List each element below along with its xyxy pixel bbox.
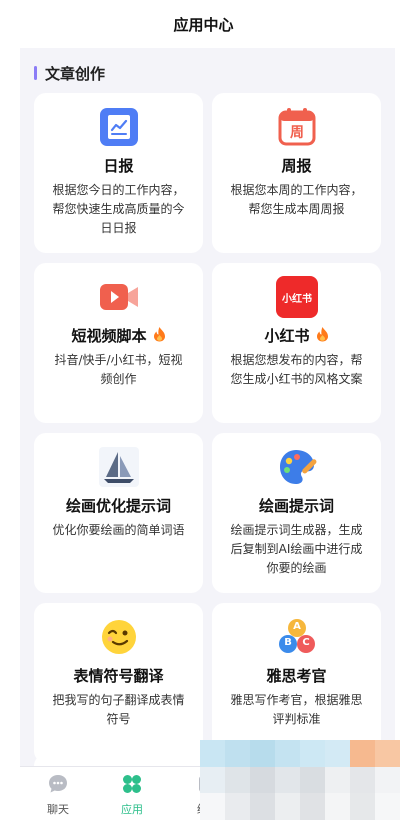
video-camera-icon — [98, 276, 140, 318]
abc-letter-a: A — [293, 621, 301, 632]
app-card-emoji-translate[interactable]: 表情符号翻译 把我写的句子翻译成表情符号 — [34, 603, 203, 763]
card-description: 雅思写作考官，根据雅思评判标准 — [230, 693, 363, 726]
pixelated-overlay — [200, 740, 400, 820]
card-title: 雅思考官 — [266, 667, 327, 685]
abc-blocks-icon: A B C — [276, 616, 318, 658]
app-card-short-video-script[interactable]: 短视频脚本 抖音/快手/小红书，短视频创作 — [34, 263, 203, 423]
card-title: 周报 — [281, 157, 312, 175]
abc-letter-b: B — [284, 637, 292, 648]
card-title: 表情符号翻译 — [73, 667, 164, 685]
card-description: 根据您想发布的内容，帮您生成小红书的风格文案 — [230, 353, 363, 386]
weekly-icon-char: 周 — [290, 125, 304, 141]
abc-letter-c: C — [302, 637, 310, 648]
tab-label: 聊天 — [47, 803, 69, 816]
card-description: 优化你要绘画的简单词语 — [52, 523, 185, 537]
paint-palette-icon — [276, 446, 318, 488]
apps-clover-icon — [121, 773, 143, 795]
section-header: 文章创作 — [34, 62, 105, 84]
page-title: 应用中心 — [173, 15, 234, 34]
app-card-xiaohongshu[interactable]: 小红书 小红书 根据您想发布的内容，帮您生成小红书的风格文案 — [212, 263, 381, 423]
fire-icon — [153, 326, 166, 346]
fire-icon — [316, 326, 329, 346]
app-card-drawing-prompt[interactable]: 绘画提示词 绘画提示词生成器，生成后复制到AI绘画中进行成你要的绘画 — [212, 433, 381, 593]
app-list: 文章创作 日报 根据您今日的工作内容，帮您快速生成高质量的今日日报 周 周报 根… — [20, 48, 395, 766]
chat-bubble-icon — [47, 773, 69, 795]
app-card-ielts-examiner[interactable]: A B C 雅思考官 雅思写作考官，根据雅思评判标准 — [212, 603, 381, 763]
daily-report-icon — [98, 106, 140, 148]
section-title: 文章创作 — [45, 64, 106, 83]
card-description: 根据您今日的工作内容，帮您快速生成高质量的今日日报 — [52, 183, 185, 235]
card-description: 抖音/快手/小红书，短视频创作 — [54, 353, 183, 386]
card-title: 短视频脚本 — [71, 327, 147, 345]
tab-apps[interactable]: 应用 — [102, 773, 162, 823]
card-description: 把我写的句子翻译成表情符号 — [52, 693, 185, 726]
app-card-drawing-prompt-optimizer[interactable]: 绘画优化提示词 优化你要绘画的简单词语 — [34, 433, 203, 593]
app-card-weekly-report[interactable]: 周 周报 根据您本周的工作内容，帮您生成本周周报 — [212, 93, 381, 253]
card-description: 根据您本周的工作内容，帮您生成本周周报 — [230, 183, 363, 216]
card-title: 日报 — [103, 157, 134, 175]
tab-label: 应用 — [121, 803, 143, 816]
card-description: 绘画提示词生成器，生成后复制到AI绘画中进行成你要的绘画 — [230, 523, 363, 575]
top-bar: 应用中心 — [0, 0, 407, 48]
section-accent-bar — [34, 66, 37, 80]
card-title: 绘画提示词 — [258, 497, 334, 515]
emoji-face-icon — [98, 616, 140, 658]
sailboat-icon — [98, 446, 140, 488]
card-title: 小红书 — [264, 327, 310, 345]
card-title: 绘画优化提示词 — [65, 497, 171, 515]
xiaohongshu-logo-icon: 小红书 — [276, 276, 318, 318]
app-card-daily-report[interactable]: 日报 根据您今日的工作内容，帮您快速生成高质量的今日日报 — [34, 93, 203, 253]
tab-chat[interactable]: 聊天 — [28, 773, 88, 823]
weekly-report-icon: 周 — [276, 106, 318, 148]
xiaohongshu-logo-text: 小红书 — [282, 293, 312, 305]
